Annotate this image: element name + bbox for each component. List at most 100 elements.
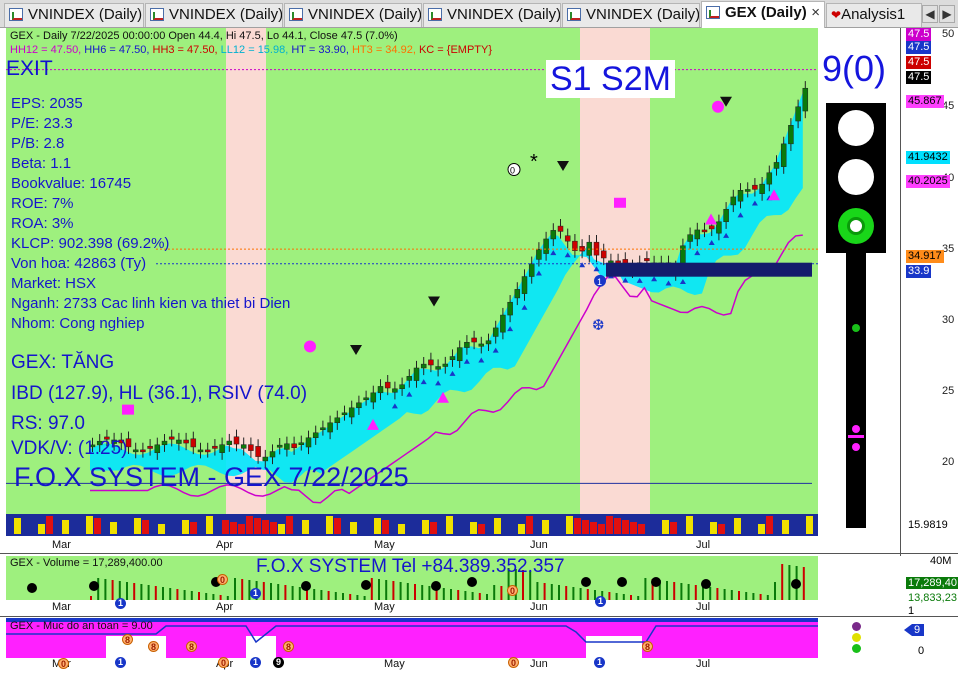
event-circle-marker: 1: [594, 657, 605, 668]
sell-triangle: [350, 345, 362, 356]
candle-body: [240, 444, 247, 449]
fundamental-item: EPS: 2035: [11, 95, 83, 112]
tab-gex-daily[interactable]: GEX (Daily) ×: [701, 1, 825, 28]
volume-bar: [558, 585, 560, 600]
volume-bar: [140, 584, 143, 600]
candle-body: [327, 422, 333, 433]
volume-bar: [428, 586, 431, 600]
volume-bar: [745, 592, 748, 600]
candle-body: [730, 196, 737, 206]
volume-bar: [334, 592, 337, 600]
fundamental-item: P/E: 23.3: [11, 115, 73, 132]
candle-body: [795, 106, 801, 122]
strip-cell: [582, 520, 589, 534]
strip-cell: [38, 524, 45, 534]
candle-body: [233, 436, 240, 445]
tabs-scroll-left-button[interactable]: ◀: [922, 5, 938, 23]
volume-bar: [752, 593, 755, 600]
trend-label: GEX: TĂNG: [11, 352, 115, 373]
tab-vnindex-1[interactable]: VNINDEX (Daily): [4, 3, 144, 27]
candle-body: [449, 356, 456, 360]
strip-cell: [598, 524, 605, 534]
tabs-scroll-right-button[interactable]: ▶: [939, 5, 955, 23]
volume-bar: [162, 587, 164, 600]
strip-cell: [718, 524, 725, 534]
candle-body: [788, 125, 794, 145]
strip-cell: [22, 520, 29, 534]
candle-body: [507, 301, 513, 316]
lamp-middle: [838, 159, 874, 195]
volume-bar: [478, 593, 481, 600]
fundamental-item: ROE: 7%: [11, 195, 74, 212]
event-circle-marker: 0: [217, 574, 228, 585]
candle-body: [557, 225, 564, 232]
star-marker: *: [530, 151, 538, 173]
candle-body: [716, 221, 722, 234]
candle-body: [766, 172, 773, 185]
candle-body: [168, 436, 175, 440]
candle-body: [780, 143, 787, 167]
candle-body: [204, 449, 211, 453]
fundamental-item: Market: HSX: [11, 275, 97, 292]
strip-cell: [510, 522, 517, 534]
strip-cell: [278, 524, 285, 534]
tab-vnindex-2[interactable]: VNINDEX (Daily): [145, 3, 283, 27]
zero-marker-text: 0: [510, 166, 515, 176]
price-tag: 40.2025: [906, 175, 950, 188]
candle-body: [305, 437, 312, 448]
candle-body: [744, 189, 751, 192]
strip-cell: [662, 520, 669, 534]
volume-bar: [442, 588, 445, 600]
magenta-dot: [712, 100, 724, 113]
event-circle-marker: 8: [148, 641, 159, 652]
candle-body: [420, 363, 427, 369]
volume-bar: [198, 592, 200, 600]
candle-body: [248, 444, 254, 451]
strip-cell: [214, 518, 221, 534]
strip-cell: [518, 524, 525, 534]
volume-bar: [392, 581, 395, 600]
volume-bar: [450, 589, 452, 600]
volume-bar: [277, 584, 280, 600]
chart-header-indicators: HH12 = 47.50, HH6 = 47.50, HH3 = 47.50, …: [10, 44, 493, 56]
fundamental-item: Von hoa: 42863 (Ty): [11, 255, 147, 272]
safety-level-label: GEX - Muc do an toan = 9.00: [10, 620, 153, 632]
volume-bar: [414, 584, 416, 600]
volume-bar: [586, 589, 589, 600]
strip-cell: [174, 518, 181, 534]
volume-bar: [406, 583, 409, 600]
strip-cell: [142, 520, 149, 534]
volume-dot: [89, 581, 99, 591]
strip-cell: [246, 516, 253, 534]
safety-axis-zero: 0: [918, 645, 925, 657]
candle-body: [276, 444, 283, 448]
volume-axis-top: 40M: [930, 555, 952, 567]
volume-dot: [301, 581, 311, 591]
volume-bar: [644, 578, 647, 600]
close-tab-icon[interactable]: ×: [811, 2, 820, 24]
one-marker-text: 1: [597, 277, 602, 287]
strip-cell: [590, 522, 597, 534]
tab-analysis1[interactable]: ❤Analysis1: [826, 3, 922, 27]
volume-dot: [581, 577, 591, 587]
tab-vnindex-4[interactable]: VNINDEX (Daily): [423, 3, 561, 27]
strip-cell: [254, 518, 261, 534]
volume-bar: [615, 593, 618, 600]
strip-cell: [494, 518, 501, 534]
candle-body: [320, 427, 326, 431]
strip-cell: [294, 518, 301, 534]
volume-bar: [738, 591, 740, 600]
tab-vnindex-5[interactable]: VNINDEX (Daily): [562, 3, 700, 27]
candle-body: [543, 238, 549, 254]
strip-cell: [670, 522, 677, 534]
volume-label: GEX - Volume = 17,289,400.00: [10, 557, 163, 569]
strip-cell: [750, 522, 757, 534]
volume-dot: [361, 580, 371, 590]
strip-cell: [358, 524, 365, 534]
candle-body: [464, 341, 470, 348]
strip-cell: [574, 518, 581, 534]
volume-bar: [327, 591, 330, 600]
tab-vnindex-3[interactable]: VNINDEX (Daily): [284, 3, 422, 27]
volume-bar: [190, 591, 193, 600]
volume-dot: [467, 577, 477, 587]
